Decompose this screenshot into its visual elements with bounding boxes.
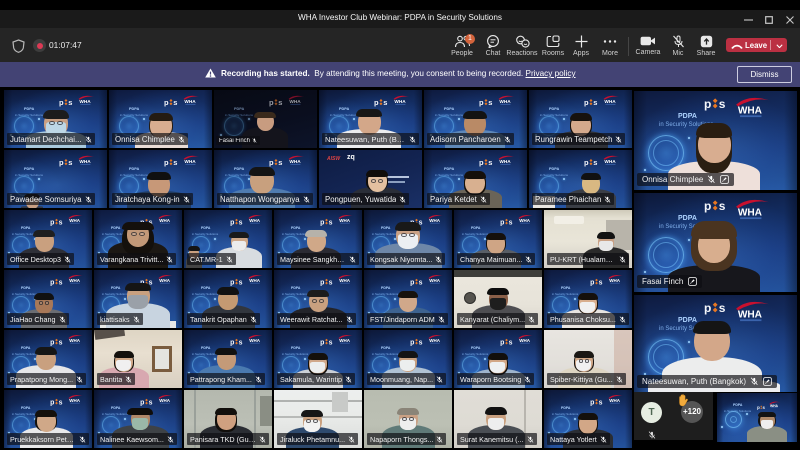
svg-text:s: s [763, 405, 766, 410]
svg-text:p: p [164, 98, 169, 107]
svg-text:s: s [59, 339, 63, 346]
svg-text:WHA: WHA [249, 278, 260, 283]
svg-text:s: s [68, 158, 72, 167]
svg-text:p: p [584, 158, 589, 167]
svg-text:p: p [704, 301, 711, 315]
svg-text:WHA: WHA [69, 398, 80, 403]
svg-text:p: p [410, 339, 414, 346]
svg-text:s: s [239, 219, 243, 226]
svg-text:p: p [50, 279, 54, 286]
svg-text:s: s [59, 279, 63, 286]
svg-text:p: p [757, 405, 760, 410]
svg-text:p: p [59, 158, 64, 167]
svg-text:s: s [419, 339, 423, 346]
svg-text:s: s [59, 399, 63, 406]
svg-text:WHA: WHA [289, 99, 301, 104]
svg-text:s: s [599, 399, 603, 406]
svg-text:WHA: WHA [159, 218, 170, 223]
svg-text:WHA: WHA [184, 99, 196, 104]
svg-text:p: p [584, 98, 589, 107]
svg-text:WHA: WHA [429, 278, 440, 283]
svg-text:p: p [320, 339, 324, 346]
svg-text:WHA: WHA [519, 338, 530, 343]
svg-text:p: p [50, 339, 54, 346]
svg-text:p: p [230, 219, 234, 226]
svg-text:p: p [590, 399, 594, 406]
svg-text:p: p [50, 219, 54, 226]
svg-text:p: p [500, 219, 504, 226]
svg-text:p: p [704, 199, 711, 213]
svg-text:p: p [269, 158, 274, 167]
svg-text:WHA: WHA [604, 159, 616, 164]
svg-text:p: p [500, 339, 504, 346]
svg-text:WHA: WHA [339, 278, 350, 283]
svg-text:s: s [599, 279, 603, 286]
svg-text:p: p [269, 98, 274, 107]
svg-text:WHA: WHA [738, 106, 763, 117]
svg-text:s: s [173, 158, 177, 167]
svg-text:s: s [329, 339, 333, 346]
svg-text:p: p [164, 158, 169, 167]
svg-text:WHA: WHA [249, 338, 260, 343]
svg-text:p: p [50, 399, 54, 406]
svg-text:WHA: WHA [519, 218, 530, 223]
svg-text:s: s [329, 219, 333, 226]
svg-text:WHA: WHA [394, 99, 406, 104]
svg-text:s: s [509, 219, 513, 226]
svg-text:WHA: WHA [499, 159, 511, 164]
svg-text:s: s [593, 98, 597, 107]
svg-text:WHA: WHA [249, 218, 260, 223]
svg-text:WHA: WHA [159, 278, 170, 283]
svg-text:s: s [278, 158, 282, 167]
svg-text:WHA: WHA [738, 310, 763, 321]
svg-text:WHA: WHA [184, 159, 196, 164]
svg-text:s: s [419, 279, 423, 286]
svg-text:p: p [320, 219, 324, 226]
svg-text:p: p [590, 279, 594, 286]
svg-text:p: p [704, 97, 711, 111]
svg-text:s: s [149, 399, 153, 406]
svg-text:p: p [320, 279, 324, 286]
svg-text:WHA: WHA [69, 218, 80, 223]
svg-text:s: s [593, 158, 597, 167]
svg-text:WHA: WHA [609, 278, 620, 283]
svg-text:WHA: WHA [79, 159, 91, 164]
svg-text:WHA: WHA [770, 404, 779, 408]
svg-text:s: s [278, 98, 282, 107]
svg-text:p: p [374, 98, 379, 107]
svg-text:WHA: WHA [499, 99, 511, 104]
svg-text:s: s [68, 98, 72, 107]
svg-text:WHA: WHA [339, 338, 350, 343]
svg-text:s: s [329, 279, 333, 286]
svg-text:s: s [719, 97, 726, 111]
svg-text:s: s [173, 98, 177, 107]
svg-text:WHA: WHA [79, 99, 91, 104]
svg-text:s: s [488, 98, 492, 107]
svg-text:s: s [719, 301, 726, 315]
svg-text:p: p [479, 98, 484, 107]
svg-text:p: p [140, 399, 144, 406]
svg-text:WHA: WHA [69, 278, 80, 283]
svg-text:p: p [59, 98, 64, 107]
svg-text:WHA: WHA [609, 398, 620, 403]
svg-text:WHA: WHA [604, 99, 616, 104]
svg-text:WHA: WHA [339, 218, 350, 223]
svg-text:s: s [383, 98, 387, 107]
svg-text:WHA: WHA [429, 338, 440, 343]
svg-text:WHA: WHA [69, 338, 80, 343]
svg-text:WHA: WHA [159, 398, 170, 403]
svg-text:s: s [59, 219, 63, 226]
svg-text:p: p [230, 279, 234, 286]
svg-text:p: p [230, 339, 234, 346]
svg-text:WHA: WHA [429, 218, 440, 223]
svg-text:WHA: WHA [738, 208, 763, 219]
svg-text:s: s [719, 199, 726, 213]
svg-text:p: p [410, 279, 414, 286]
svg-text:WHA: WHA [289, 159, 301, 164]
svg-text:s: s [509, 339, 513, 346]
svg-text:s: s [488, 158, 492, 167]
svg-text:s: s [239, 339, 243, 346]
svg-text:p: p [479, 158, 484, 167]
svg-text:s: s [239, 279, 243, 286]
